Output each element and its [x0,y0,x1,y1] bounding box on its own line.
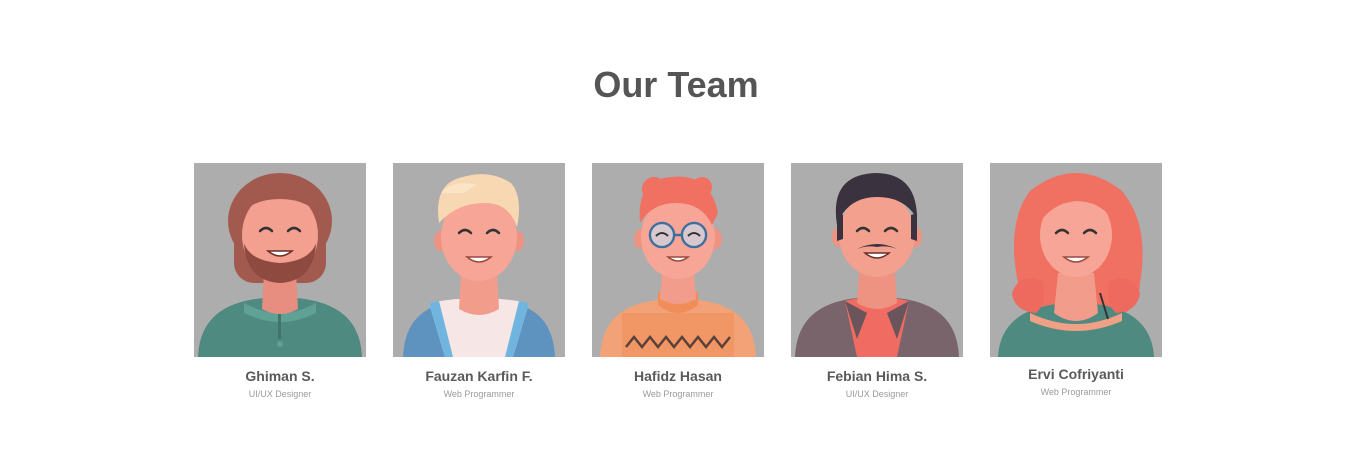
member-role: Web Programmer [1040,387,1112,397]
member-avatar [791,163,963,357]
member-name: Hafidz Hasan [634,368,722,384]
member-name: Febian Hima S. [826,368,928,384]
team-member-card[interactable]: Hafidz Hasan Web Programmer [592,163,764,400]
member-name: Ervi Cofriyanti [1028,366,1124,382]
section-title: Our Team [593,64,759,105]
member-avatar [990,163,1162,357]
member-avatar [592,163,764,357]
team-member-card[interactable]: Febian Hima S. UI/UX Designer [791,163,963,400]
member-avatar [393,163,565,357]
team-member-card[interactable]: Ervi Cofriyanti Web Programmer [990,163,1162,398]
member-role: UI/UX Designer [248,389,312,399]
member-name: Fauzan Karfin F. [425,368,533,384]
member-role: UI/UX Designer [845,389,909,399]
team-member-card[interactable]: Ghiman S. UI/UX Designer [194,163,366,400]
member-role: Web Programmer [443,389,515,399]
team-member-card[interactable]: Fauzan Karfin F. Web Programmer [393,163,565,400]
member-avatar [194,163,366,357]
member-role: Web Programmer [642,389,714,399]
member-name: Ghiman S. [245,368,315,384]
